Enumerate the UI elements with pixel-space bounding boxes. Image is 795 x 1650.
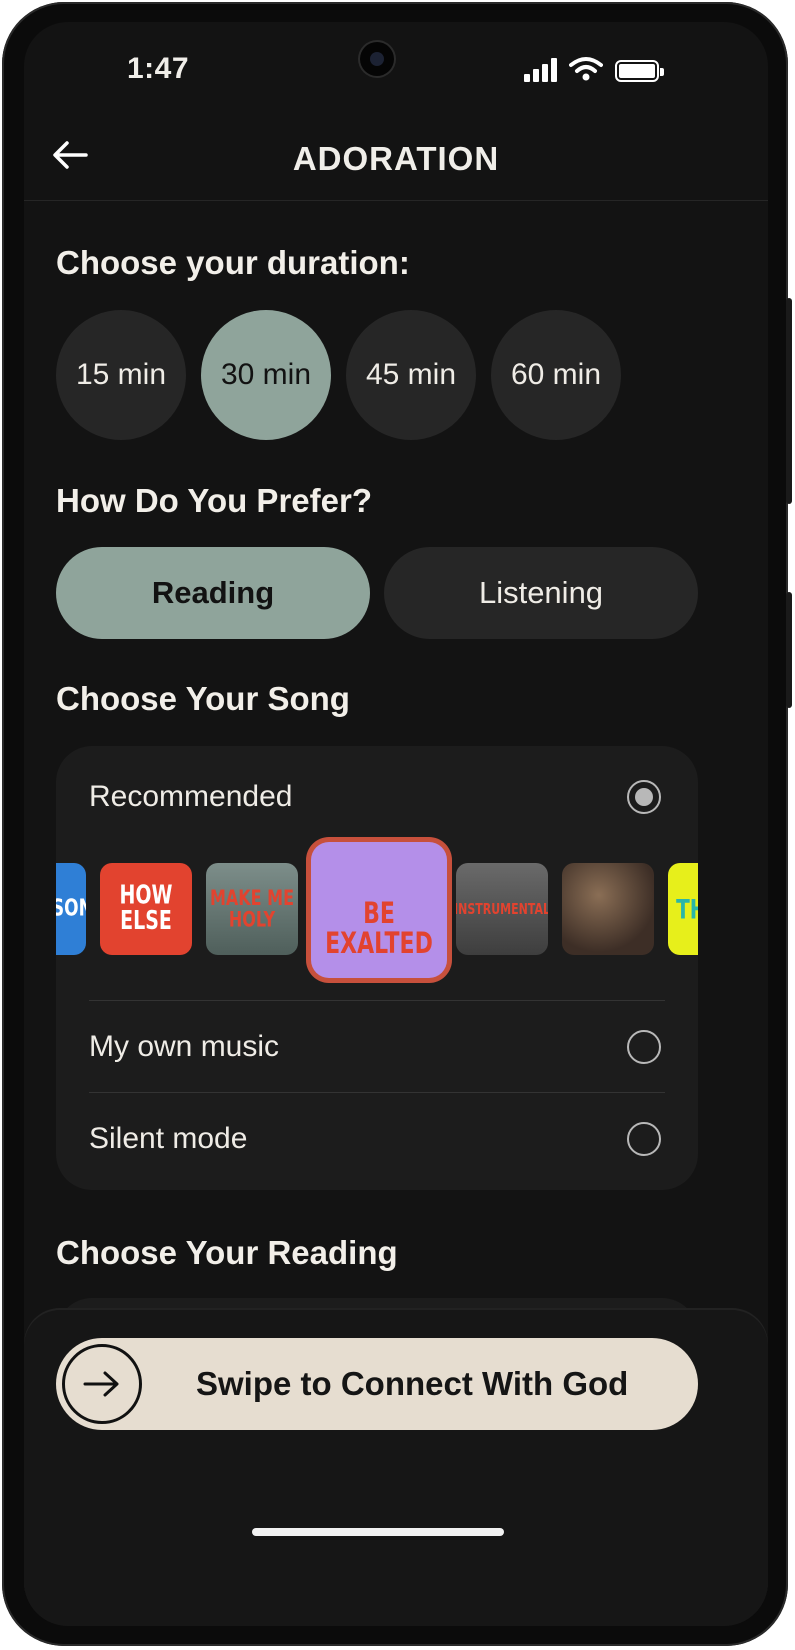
swipe-to-connect-slider[interactable]: Swipe to Connect With God: [56, 1338, 698, 1430]
listening-option[interactable]: Listening: [384, 547, 698, 639]
album-cover[interactable]: INSTRUMENTAL: [456, 863, 548, 955]
album-cover[interactable]: [562, 863, 654, 955]
swipe-handle[interactable]: [62, 1344, 142, 1424]
side-button: [786, 592, 792, 708]
silent-mode-radio[interactable]: [627, 1122, 661, 1156]
front-camera: [360, 42, 394, 76]
album-cover-selected[interactable]: BE EXALTED: [311, 842, 447, 978]
duration-option-45[interactable]: 45 min: [346, 310, 476, 440]
duration-option-30[interactable]: 30 min: [201, 310, 331, 440]
phone-frame: 1:47 ADORATION Choose your duration: 15 …: [2, 2, 792, 1646]
header-divider: [24, 200, 768, 201]
app-screen: 1:47 ADORATION Choose your duration: 15 …: [24, 22, 768, 1626]
swipe-label: Swipe to Connect With God: [196, 1365, 629, 1402]
home-indicator[interactable]: [252, 1528, 504, 1536]
own-music-radio[interactable]: [627, 1030, 661, 1064]
album-cover[interactable]: MAKE ME HOLY: [206, 863, 298, 955]
silent-mode-label: Silent mode: [89, 1122, 248, 1155]
divider: [89, 1000, 665, 1001]
cell-signal-icon: [524, 58, 557, 82]
album-cover[interactable]: HOW ELSE: [100, 863, 192, 955]
reading-heading: Choose Your Reading: [56, 1234, 398, 1271]
duration-option-15[interactable]: 15 min: [56, 310, 186, 440]
duration-option-60[interactable]: 60 min: [491, 310, 621, 440]
song-options-card: Recommended EASON HOW ELSE MAKE ME HOLY …: [56, 746, 698, 1190]
status-time: 1:47: [127, 52, 190, 85]
divider: [89, 1092, 665, 1093]
reading-option[interactable]: Reading: [56, 547, 370, 639]
album-cover[interactable]: EASON: [56, 863, 86, 955]
wifi-icon: [569, 57, 603, 81]
song-heading: Choose Your Song: [56, 680, 350, 717]
page-title: ADORATION: [292, 140, 500, 177]
duration-heading: Choose your duration:: [56, 244, 410, 281]
side-button: [786, 298, 792, 504]
arrow-right-icon: [83, 1371, 119, 1397]
own-music-label: My own music: [89, 1030, 280, 1063]
battery-icon: [615, 60, 664, 82]
recommended-radio[interactable]: [627, 780, 661, 814]
recommended-label: Recommended: [89, 780, 293, 813]
preference-heading: How Do You Prefer?: [56, 482, 372, 519]
album-cover[interactable]: THA: [668, 863, 698, 955]
status-icons: [524, 56, 664, 82]
